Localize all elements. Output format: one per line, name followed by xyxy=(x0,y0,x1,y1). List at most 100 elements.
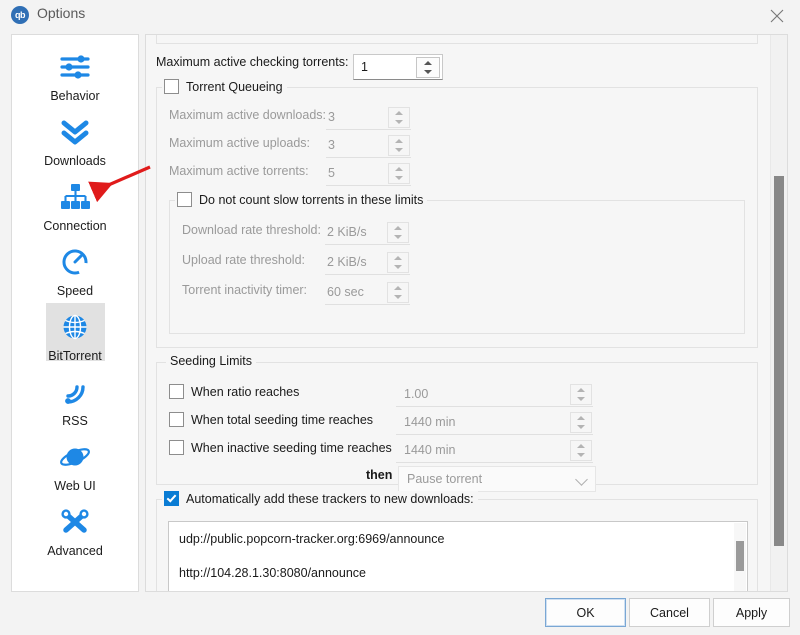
sidebar-item-label: BitTorrent xyxy=(48,349,102,363)
tracker-line: http://104.28.1.30:8080/announce xyxy=(179,566,366,580)
max-downloads-value: 3 xyxy=(328,110,335,124)
panel-scrollbar[interactable] xyxy=(770,35,787,591)
max-uploads-spinbox: 3 xyxy=(326,133,411,158)
sidebar-item-connection[interactable]: Connection xyxy=(12,177,138,233)
sidebar-item-bittorrent[interactable]: BitTorrent xyxy=(12,303,138,363)
sidebar-item-speed[interactable]: Speed xyxy=(12,242,138,298)
seeding-limits-title: Seeding Limits xyxy=(166,354,256,368)
inactivity-timer-value: 60 sec xyxy=(327,285,364,299)
torrent-queueing-title[interactable]: Torrent Queueing xyxy=(162,79,287,94)
cancel-button-label: Cancel xyxy=(650,605,689,620)
ok-button-label: OK xyxy=(576,605,595,620)
slow-torrents-label: Do not count slow torrents in these limi… xyxy=(199,192,424,207)
then-action-dropdown[interactable]: Pause torrent xyxy=(398,466,596,492)
inactive-seeding-checkbox[interactable] xyxy=(169,440,184,455)
apply-button[interactable]: Apply xyxy=(713,598,790,627)
max-checking-label: Maximum active checking torrents: xyxy=(156,55,349,69)
sidebar-item-label: Web UI xyxy=(54,479,96,493)
sidebar-item-behavior[interactable]: Behavior xyxy=(12,47,138,103)
auto-trackers-label: Automatically add these trackers to new … xyxy=(186,491,474,506)
sidebar-item-label: RSS xyxy=(62,414,88,428)
max-checking-value: 1 xyxy=(361,60,368,74)
total-seeding-checkbox[interactable] xyxy=(169,412,184,427)
options-dialog: qb Options Behavior Downloads Connection… xyxy=(0,0,800,635)
total-seeding-row[interactable]: When total seeding time reaches xyxy=(169,412,373,427)
download-threshold-spinbox: 2 KiB/s xyxy=(325,220,410,245)
sliders-icon xyxy=(12,47,138,87)
inactivity-timer-label: Torrent inactivity timer: xyxy=(182,283,308,297)
max-torrents-spinbox: 5 xyxy=(326,161,411,186)
then-action-value: Pause torrent xyxy=(407,472,483,486)
max-checking-stepper[interactable] xyxy=(416,57,440,78)
network-nodes-icon xyxy=(12,177,138,217)
sidebar-item-label: Downloads xyxy=(44,154,106,168)
max-checking-row: Maximum active checking torrents: xyxy=(156,55,348,69)
sidebar-item-webui[interactable]: Web UI xyxy=(12,437,138,493)
wrench-screwdriver-icon xyxy=(12,502,138,542)
panel-scrollbar-thumb[interactable] xyxy=(774,176,784,546)
inactive-seeding-label: When inactive seeding time reaches xyxy=(191,440,392,455)
torrent-queueing-group: Torrent Queueing Maximum active download… xyxy=(156,79,758,348)
slow-torrents-title[interactable]: Do not count slow torrents in these limi… xyxy=(175,192,428,207)
ratio-row[interactable]: When ratio reaches xyxy=(169,384,299,399)
ratio-value: 1.00 xyxy=(404,387,429,401)
settings-sidebar[interactable]: Behavior Downloads Connection Speed BitT… xyxy=(11,34,139,592)
auto-trackers-group: Automatically add these trackers to new … xyxy=(156,491,758,591)
total-seeding-value: 1440 min xyxy=(404,415,456,429)
sidebar-item-label: Advanced xyxy=(47,544,103,558)
max-uploads-value: 3 xyxy=(328,138,335,152)
max-torrents-value: 5 xyxy=(328,166,335,180)
chevron-down-icon xyxy=(575,473,588,486)
sidebar-item-label: Behavior xyxy=(50,89,100,103)
trackers-scrollbar-thumb xyxy=(736,541,744,571)
inactive-seeding-value: 1440 min xyxy=(404,443,456,457)
apply-button-label: Apply xyxy=(735,605,768,620)
auto-trackers-title[interactable]: Automatically add these trackers to new … xyxy=(162,491,478,506)
upload-threshold-label: Upload rate threshold: xyxy=(182,253,305,267)
title-bar: qb Options xyxy=(0,0,800,30)
cancel-button[interactable]: Cancel xyxy=(629,598,710,627)
qbittorrent-logo-icon: qb xyxy=(11,6,29,24)
sidebar-item-label: Connection xyxy=(43,219,107,233)
slow-torrents-group: Do not count slow torrents in these limi… xyxy=(169,192,745,334)
planet-icon xyxy=(12,437,138,477)
sidebar-item-label: Speed xyxy=(56,284,94,298)
max-downloads-label: Maximum active downloads: xyxy=(169,108,327,122)
ratio-checkbox[interactable] xyxy=(169,384,184,399)
max-checking-spinbox[interactable]: 1 xyxy=(353,54,443,80)
trackers-textarea[interactable]: udp://public.popcorn-tracker.org:6969/an… xyxy=(168,521,748,591)
then-label: then xyxy=(366,468,393,482)
sidebar-item-advanced[interactable]: Advanced xyxy=(12,502,138,558)
close-icon xyxy=(770,9,784,23)
close-button[interactable] xyxy=(754,0,800,30)
sidebar-item-rss[interactable]: RSS xyxy=(12,372,138,428)
upload-threshold-spinbox: 2 KiB/s xyxy=(325,250,410,275)
inactive-seeding-spinbox: 1440 min xyxy=(396,438,593,463)
speedometer-icon xyxy=(12,242,138,282)
torrent-queueing-label: Torrent Queueing xyxy=(186,79,283,94)
torrent-queueing-checkbox[interactable] xyxy=(164,79,179,94)
upload-threshold-value: 2 KiB/s xyxy=(327,255,367,269)
tracker-line: udp://public.popcorn-tracker.org:6969/an… xyxy=(179,532,445,546)
download-threshold-label: Download rate threshold: xyxy=(182,223,321,237)
slow-torrents-checkbox[interactable] xyxy=(177,192,192,207)
max-downloads-spinbox: 3 xyxy=(326,105,411,130)
max-uploads-label: Maximum active uploads: xyxy=(169,136,311,150)
rss-icon xyxy=(12,372,138,412)
download-threshold-value: 2 KiB/s xyxy=(327,225,367,239)
sidebar-item-downloads[interactable]: Downloads xyxy=(12,112,138,168)
inactivity-timer-spinbox: 60 sec xyxy=(325,280,410,305)
settings-panel-bittorrent: Maximum active checking torrents: 1 Torr… xyxy=(145,34,788,592)
double-chevron-down-icon xyxy=(12,112,138,152)
inactive-seeding-row[interactable]: When inactive seeding time reaches xyxy=(169,440,392,455)
seeding-limits-group: Seeding Limits When ratio reaches 1.00 W… xyxy=(156,354,758,492)
previous-group-clipped xyxy=(156,35,758,44)
ratio-label: When ratio reaches xyxy=(191,384,300,399)
globe-icon xyxy=(12,307,138,347)
trackers-scrollbar[interactable] xyxy=(734,523,746,591)
total-seeding-label: When total seeding time reaches xyxy=(191,412,374,427)
auto-trackers-checkbox[interactable] xyxy=(164,491,179,506)
ok-button[interactable]: OK xyxy=(545,598,626,627)
total-seeding-spinbox: 1440 min xyxy=(396,410,593,435)
ratio-spinbox: 1.00 xyxy=(396,382,593,407)
